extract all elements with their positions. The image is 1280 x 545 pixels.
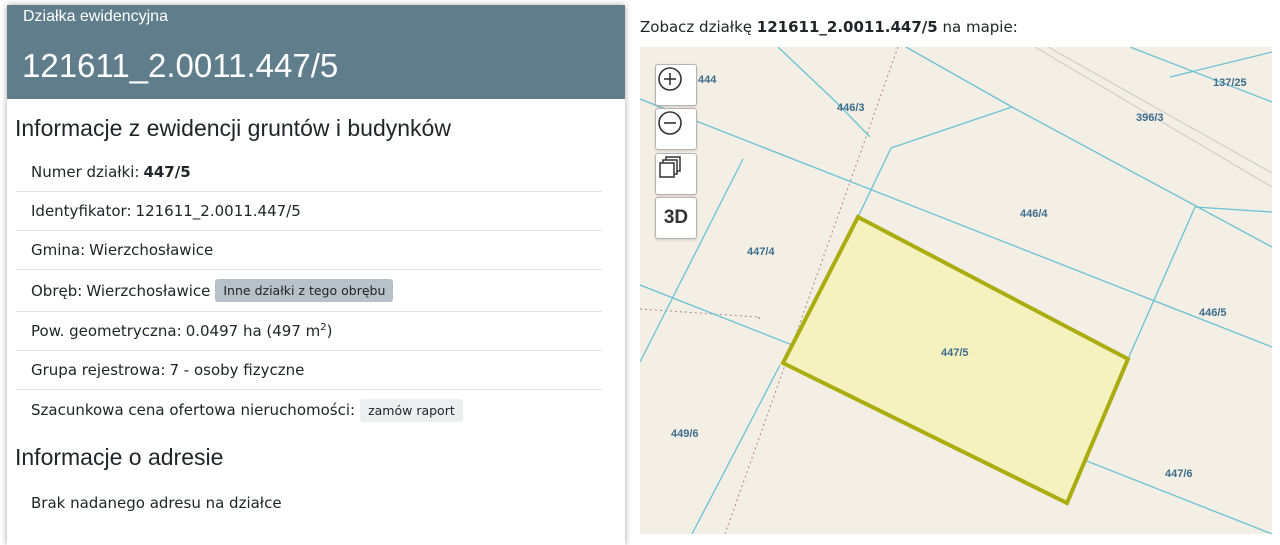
- parcel-label-446-3: 446/3: [837, 102, 865, 114]
- parcel-label-447-6: 447/6: [1165, 468, 1193, 480]
- map-caption: Zobacz działkę 121611_2.0011.447/5 na ma…: [640, 18, 1018, 36]
- road-line-2: [1047, 47, 1272, 174]
- boundary-f: [890, 106, 1013, 149]
- label-gmina: Gmina:: [31, 241, 86, 259]
- dotted-boundary-2: [640, 308, 759, 318]
- card-header: Działka ewidencyjna 121611_2.0011.447/5: [7, 5, 625, 99]
- row-identifier: Identyfikator: 121611_2.0011.447/5: [16, 192, 602, 231]
- row-price: Szacunkowa cena ofertowa nieruchomości: …: [16, 390, 602, 430]
- registry-info-list: Numer działki: 447/5 Identyfikator: 1216…: [16, 153, 602, 430]
- zoom-in-icon: [658, 67, 682, 91]
- parcel-label-396-3: 396/3: [1136, 112, 1164, 124]
- label-price: Szacunkowa cena ofertowa nieruchomości:: [31, 401, 356, 419]
- selected-parcel-polygon: [780, 214, 1131, 506]
- zoom-out-button[interactable]: [655, 108, 697, 150]
- parcel-label-446-5: 446/5: [1199, 307, 1227, 319]
- parcel-label-447-4: 447/4: [747, 246, 775, 258]
- row-gmina: Gmina: Wierzchosławice: [16, 231, 602, 270]
- value-area-text: 0.0497 ha (497 m: [185, 322, 321, 340]
- row-area: Pow. geometryczna: 0.0497 ha (497 m2): [16, 312, 602, 351]
- boundary-k: [1127, 206, 1196, 360]
- order-report-button[interactable]: zamów raport: [360, 398, 463, 422]
- row-group: Grupa rejestrowa: 7 - osoby fizyczne: [16, 351, 602, 390]
- label-obreb: Obręb:: [31, 281, 83, 300]
- boundary-d: [691, 364, 781, 534]
- boundary-n: [1129, 47, 1272, 103]
- boundary-g: [1011, 106, 1272, 248]
- section-title-registry: Informacje z ewidencji gruntów i budynkó…: [15, 115, 451, 141]
- label-area: Pow. geometryczna:: [31, 322, 182, 340]
- dotted-boundary-3: [757, 316, 761, 320]
- map-caption-suffix: na mapie:: [942, 18, 1018, 36]
- 3d-view-button[interactable]: 3D: [655, 197, 697, 239]
- value-identifier: 121611_2.0011.447/5: [135, 202, 301, 220]
- value-group: 7 - osoby fizyczne: [169, 361, 305, 379]
- boundary-e: [857, 147, 892, 218]
- value-area-close: ): [326, 322, 333, 340]
- boundary-m: [1169, 51, 1272, 78]
- layers-button[interactable]: [655, 153, 697, 195]
- parcel-title: 121611_2.0011.447/5: [22, 47, 339, 84]
- section-title-address: Informacje o adresie: [15, 444, 224, 470]
- value-gmina: Wierzchosławice: [89, 241, 214, 259]
- layers-icon: [659, 156, 681, 178]
- parcel-label-137-25: 137/25: [1213, 77, 1247, 89]
- boundary-h: [777, 47, 837, 103]
- map-caption-id: 121611_2.0011.447/5: [756, 18, 938, 36]
- row-parcel-number: Numer działki: 447/5: [16, 153, 602, 192]
- row-obreb: Obręb: Wierzchosławice Inne działki z te…: [16, 270, 602, 312]
- boundary-j: [905, 47, 1013, 108]
- parcel-label-444: 444: [698, 74, 717, 86]
- zoom-out-icon: [658, 111, 682, 135]
- value-obreb: Wierzchosławice: [86, 281, 211, 300]
- other-parcels-button[interactable]: Inne działki z tego obrębu: [215, 279, 394, 302]
- zoom-in-button[interactable]: [655, 64, 697, 106]
- parcel-label-449-6: 449/6: [671, 428, 699, 440]
- label-group: Grupa rejestrowa:: [31, 361, 166, 379]
- card-subtitle: Działka ewidencyjna: [23, 8, 168, 25]
- address-text: Brak nadanego adresu na działce: [31, 494, 282, 512]
- label-parcel-number: Numer działki:: [31, 163, 140, 181]
- map-canvas: [640, 47, 1272, 534]
- parcel-map[interactable]: 444 446/3 396/3 137/25 446/4 447/4 446/5…: [640, 47, 1272, 534]
- label-identifier: Identyfikator:: [31, 202, 132, 220]
- value-area: 0.0497 ha (497 m2): [186, 322, 333, 340]
- parcel-label-447-5: 447/5: [941, 347, 969, 359]
- map-caption-prefix: Zobacz działkę: [640, 18, 752, 36]
- value-parcel-number: 447/5: [143, 163, 191, 181]
- parcel-label-446-4: 446/4: [1020, 208, 1048, 220]
